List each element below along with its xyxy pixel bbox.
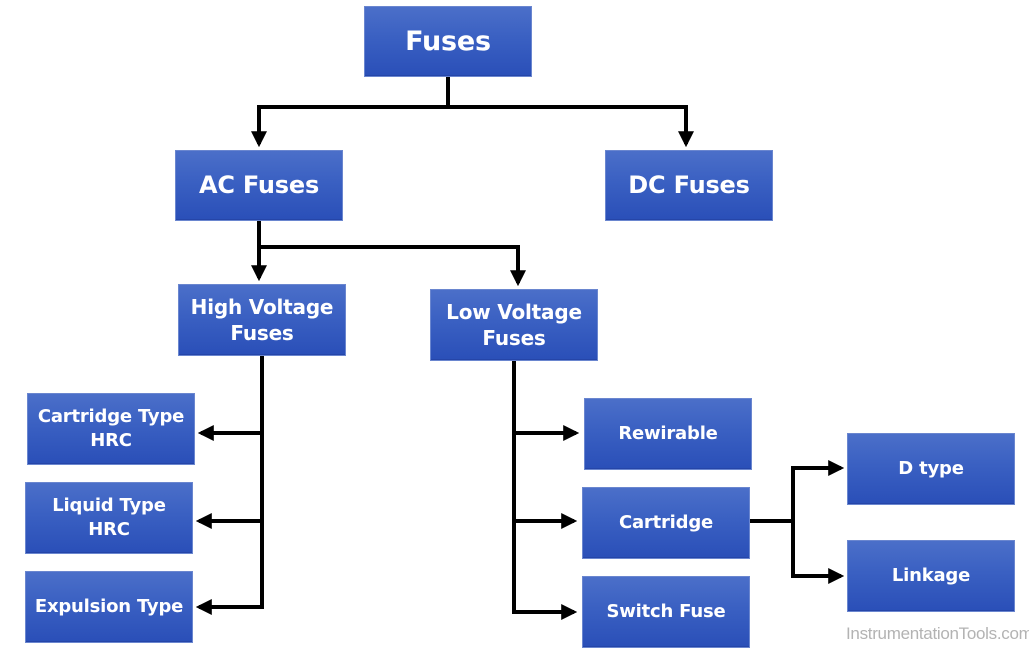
node-liquid-type-hrc: Liquid Type HRC bbox=[25, 482, 193, 554]
node-dc-fuses: DC Fuses bbox=[605, 150, 773, 221]
node-switch-fuse-label: Switch Fuse bbox=[606, 601, 726, 623]
node-cartridge-hrc-line1: Cartridge Type bbox=[37, 406, 185, 428]
node-cartridge: Cartridge bbox=[582, 487, 750, 559]
node-expulsion-label: Expulsion Type bbox=[34, 596, 184, 618]
node-low-voltage-fuses: Low Voltage Fuses bbox=[430, 289, 598, 361]
node-low-voltage-line2: Fuses bbox=[482, 326, 546, 350]
node-high-voltage-line2: Fuses bbox=[230, 321, 294, 345]
edge-fuses-dc bbox=[446, 105, 694, 148]
node-fuses: Fuses bbox=[364, 6, 532, 77]
node-high-voltage-fuses: High Voltage Fuses bbox=[178, 284, 346, 356]
node-d-type: D type bbox=[847, 433, 1015, 505]
node-dc-fuses-label: DC Fuses bbox=[628, 170, 750, 199]
node-liquid-hrc-line2: HRC bbox=[88, 519, 130, 540]
edge-ac-lv bbox=[257, 245, 526, 287]
node-ac-fuses-label: AC Fuses bbox=[198, 170, 320, 199]
node-switch-fuse: Switch Fuse bbox=[582, 576, 750, 648]
node-rewirable: Rewirable bbox=[584, 398, 752, 470]
node-d-type-label: D type bbox=[898, 458, 964, 480]
node-low-voltage-line1: Low Voltage bbox=[446, 299, 582, 324]
node-cartridge-label: Cartridge bbox=[618, 512, 714, 534]
edge-fuses-ac bbox=[251, 105, 450, 148]
node-expulsion-type: Expulsion Type bbox=[25, 571, 193, 643]
watermark: InstrumentationTools.com bbox=[846, 624, 1029, 643]
node-cartridge-type-hrc: Cartridge Type HRC bbox=[27, 393, 195, 465]
node-linkage: Linkage bbox=[847, 540, 1015, 612]
node-ac-fuses: AC Fuses bbox=[175, 150, 343, 221]
node-rewirable-label: Rewirable bbox=[618, 423, 718, 445]
node-cartridge-hrc-line2: HRC bbox=[90, 430, 132, 451]
node-fuses-label: Fuses bbox=[405, 25, 491, 57]
node-linkage-label: Linkage bbox=[891, 565, 971, 587]
node-liquid-hrc-line1: Liquid Type bbox=[52, 495, 166, 517]
fuse-classification-diagram: Fuses AC Fuses DC Fuses High Voltage Fus… bbox=[0, 0, 1029, 656]
node-high-voltage-line1: High Voltage bbox=[190, 294, 334, 319]
